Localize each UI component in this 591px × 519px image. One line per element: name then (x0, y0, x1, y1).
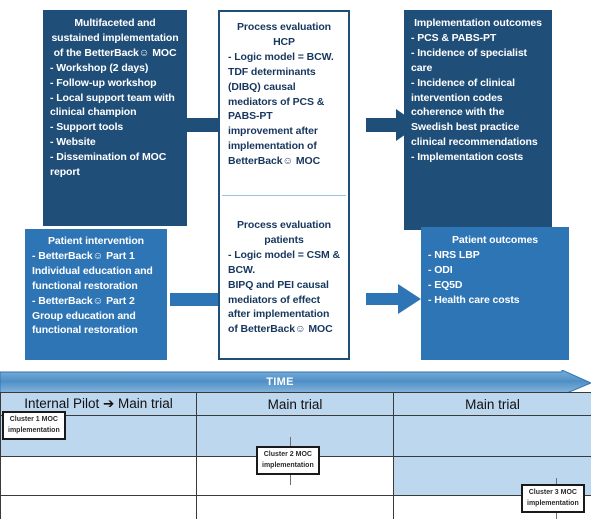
table-row (0, 495, 591, 519)
box-patient-intervention-body: - BetterBack☺ Part 1 Individual educatio… (32, 249, 160, 338)
cluster-tag-line-2: implementation (262, 461, 314, 469)
timeline-cell-r2c1 (0, 456, 197, 496)
list-item: - Website (50, 136, 96, 149)
list-item: - PCS & PABS-PT (411, 31, 497, 44)
cluster-tag-line-1: Cluster 2 MOC (263, 451, 312, 458)
cluster-tag-cluster-1: Cluster 1 MOC implementation (2, 411, 66, 440)
connector-process-patients-to-patient-outcomes (366, 282, 422, 316)
list-item: - Logic model = BCW. TDF determinants (D… (228, 50, 337, 168)
timeline-cell-r3c2 (196, 495, 394, 519)
list-item: BIPQ and PEI causal mediators of effect … (228, 278, 333, 336)
box-patient-intervention-title: Patient intervention (47, 235, 144, 247)
box-patient-outcomes-body: - NRS LBP - ODI - EQ5D - Health care cos… (428, 248, 562, 308)
cluster-tag-cluster-3: Cluster 3 MOC implementation (521, 484, 585, 513)
list-item: - Dissemination of MOC report (50, 151, 170, 179)
list-item: - Implementation costs (411, 151, 524, 164)
timeline-cell-r1c3 (393, 415, 591, 457)
box-process-evaluation-hcp-body: - Logic model = BCW. TDF determinants (D… (228, 50, 340, 169)
list-item: - Incidence of clinical intervention cod… (411, 76, 538, 149)
table-header-row: Internal Pilot ➔ Main trial Main trial M… (0, 392, 591, 416)
box-implementation-outcomes: Implementation outcomes - PCS & PABS-PT … (404, 10, 552, 230)
list-item: - Workshop (2 days) (50, 61, 149, 74)
box-implementation-strategy-body: - Workshop (2 days) - Follow-up workshop… (50, 61, 180, 180)
list-item: - Health care costs (428, 293, 520, 306)
cluster-tag-cluster-2: Cluster 2 MOC implementation (256, 446, 320, 475)
list-item: - BetterBack☺ Part 1 Individual educatio… (32, 249, 156, 292)
list-item: - BetterBack☺ Part 2 Group education and… (32, 294, 139, 337)
diagram-canvas: Multifaceted and sustained implementatio… (0, 0, 591, 519)
box-patient-outcomes: Patient outcomes - NRS LBP - ODI - EQ5D … (421, 227, 569, 360)
list-item: - Follow-up workshop (50, 76, 157, 89)
box-implementation-strategy: Multifaceted and sustained implementatio… (43, 10, 187, 226)
list-item: - Support tools (50, 121, 124, 134)
timeline-header-cell-2: Main trial (196, 392, 394, 416)
box-process-evaluation-patients-body: - Logic model = CSM & BCW. BIPQ and PEI … (228, 248, 340, 337)
list-item: - NRS LBP (428, 248, 480, 261)
box-patient-intervention: Patient intervention - BetterBack☺ Part … (25, 229, 167, 360)
timeline-header-cell-3: Main trial (393, 392, 591, 416)
connector-patient-intervention-to-process-patients (170, 293, 222, 306)
box-process-evaluation-hcp: Process evaluation HCP - Logic model = B… (220, 20, 348, 169)
box-implementation-outcomes-title: Implementation outcomes (414, 17, 542, 29)
time-axis-label: TIME (266, 376, 294, 388)
cluster-tag-line-1: Cluster 3 MOC (528, 489, 577, 496)
panel-divider (222, 195, 346, 196)
list-item: - Local support team with clinical champ… (50, 91, 178, 119)
box-process-evaluation-panel: Process evaluation HCP - Logic model = B… (218, 10, 350, 360)
cluster-tag-line-2: implementation (527, 499, 579, 507)
list-item: - Incidence of specialist care (411, 46, 530, 74)
box-patient-outcomes-title: Patient outcomes (452, 234, 538, 246)
box-implementation-outcomes-body: - PCS & PABS-PT - Incidence of specialis… (411, 31, 545, 165)
box-process-evaluation-patients: Process evaluation patients - Logic mode… (220, 218, 348, 337)
box-implementation-strategy-title: Multifaceted and sustained implementatio… (51, 17, 179, 59)
box-process-evaluation-patients-title: Process evaluation patients (237, 219, 331, 246)
cluster-tag-line-2: implementation (8, 426, 60, 434)
list-item: - EQ5D (428, 278, 463, 291)
timeline-cell-r3c1 (0, 495, 197, 519)
box-process-evaluation-hcp-title: Process evaluation HCP (237, 21, 331, 48)
cluster-tag-line-1: Cluster 1 MOC (9, 416, 58, 423)
list-item: - Logic model = CSM & BCW. (228, 248, 343, 276)
list-item: - ODI (428, 263, 453, 276)
